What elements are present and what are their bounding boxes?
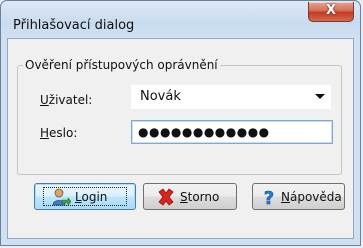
login-button-label: Login — [75, 189, 108, 204]
groupbox-legend: Ověření přístupových oprávnění — [23, 58, 220, 72]
cancel-button[interactable]: Storno — [143, 183, 237, 210]
close-button[interactable]: X — [308, 2, 354, 22]
login-button[interactable]: Login — [34, 183, 136, 210]
user-label: Uživatel: — [40, 93, 93, 107]
password-label: Heslo: — [40, 126, 78, 140]
user-combobox-value: Novák — [140, 89, 181, 104]
password-field[interactable]: ●●●●●●●●●●●● — [131, 120, 333, 144]
svg-text:?: ? — [264, 188, 274, 207]
password-mask: ●●●●●●●●●●●● — [138, 125, 270, 139]
cancel-button-label: Storno — [180, 189, 220, 204]
close-icon: X — [325, 3, 337, 18]
title-bar[interactable]: Přihlašovací dialog X — [1, 1, 360, 39]
red-x-icon — [158, 187, 174, 206]
help-button[interactable]: ? Nápověda — [252, 183, 345, 210]
user-arrow-icon — [52, 188, 71, 206]
chevron-down-icon[interactable] — [315, 94, 325, 99]
user-combobox[interactable]: Novák — [131, 85, 331, 109]
help-button-label: Nápověda — [281, 189, 342, 204]
window-title: Přihlašovací dialog — [13, 18, 135, 33]
question-mark-icon: ? — [264, 187, 275, 207]
